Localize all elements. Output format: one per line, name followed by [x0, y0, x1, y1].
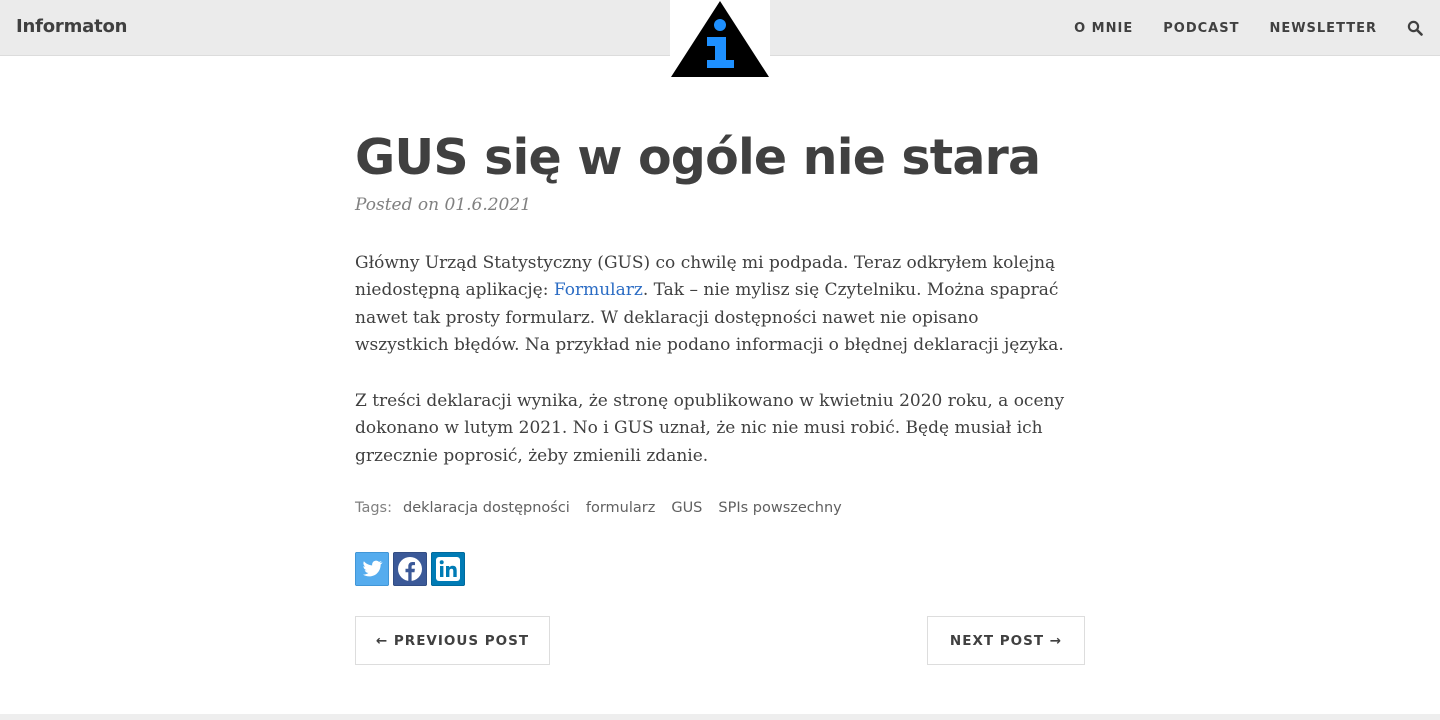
- post-meta: Posted on 01.6.2021: [355, 195, 531, 215]
- post-paragraph-1: Główny Urząd Statystyczny (GUS) co chwil…: [355, 250, 1065, 359]
- site-brand-link[interactable]: Informaton: [16, 16, 127, 37]
- nav-item-podcast[interactable]: PODCAST: [1163, 21, 1239, 36]
- info-triangle-logo[interactable]: [670, 0, 770, 79]
- post-date: 01.6.2021: [444, 195, 532, 215]
- next-post-button[interactable]: NEXT POST →: [927, 616, 1085, 665]
- tag-link[interactable]: SPIs powszechny: [718, 500, 841, 516]
- post-paragraph-2: Z treści deklaracji wynika, że stronę op…: [355, 391, 1065, 466]
- share-buttons: [355, 552, 469, 586]
- post-tags: Tags: deklaracja dostępności formularz G…: [355, 500, 858, 516]
- twitter-icon[interactable]: [355, 552, 389, 586]
- facebook-icon[interactable]: [393, 552, 427, 586]
- formularz-link[interactable]: Formularz: [554, 280, 643, 300]
- post-meta-prefix: Posted on: [355, 195, 440, 215]
- post-title: GUS się w ogóle nie stara: [355, 129, 1041, 186]
- nav-item-newsletter[interactable]: NEWSLETTER: [1269, 21, 1377, 36]
- nav-links: O MNIE PODCAST NEWSLETTER: [1074, 0, 1440, 56]
- tag-link[interactable]: GUS: [671, 500, 702, 516]
- tag-link[interactable]: formularz: [586, 500, 655, 516]
- footer-divider: [0, 714, 1440, 720]
- linkedin-icon[interactable]: [431, 552, 465, 586]
- nav-item-o-mnie[interactable]: O MNIE: [1074, 21, 1133, 36]
- search-icon[interactable]: [1407, 20, 1423, 36]
- tag-link[interactable]: deklaracja dostępności: [403, 500, 570, 516]
- tags-label: Tags:: [355, 500, 392, 516]
- previous-post-button[interactable]: ← PREVIOUS POST: [355, 616, 550, 665]
